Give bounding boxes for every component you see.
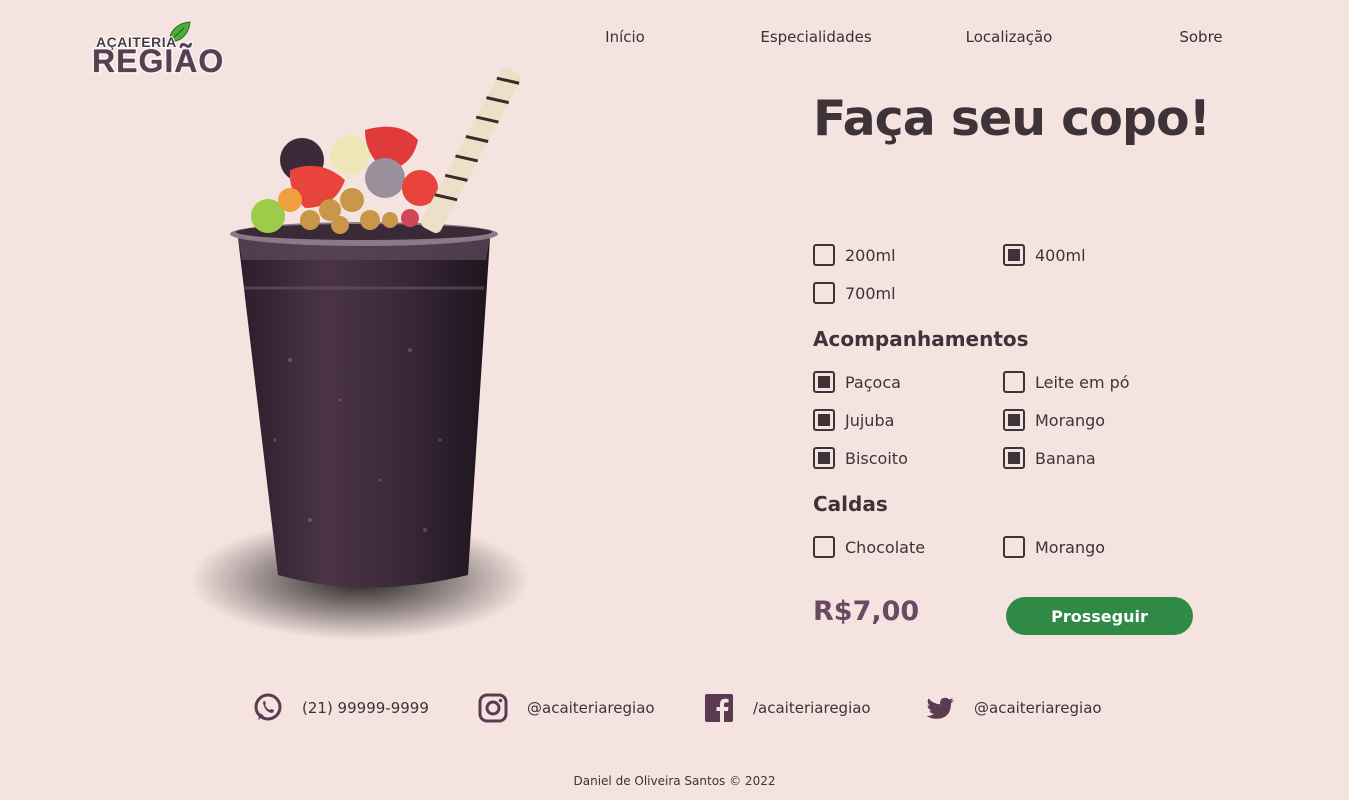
facebook-handle: /acaiteriaregiao <box>753 699 871 717</box>
twitter-icon <box>924 692 956 724</box>
option-label: 200ml <box>845 245 896 265</box>
option-label: Jujuba <box>845 410 895 430</box>
syrup-option-chocolate[interactable]: Chocolate <box>813 536 925 558</box>
topping-option-jujuba[interactable]: Jujuba <box>813 409 894 431</box>
copyright: Daniel de Oliveira Santos © 2022 <box>573 774 776 788</box>
topping-option-leite-em-po[interactable]: Leite em pó <box>1003 371 1130 393</box>
checkbox[interactable] <box>1003 244 1025 266</box>
option-label: Leite em pó <box>1035 372 1130 392</box>
nav-localizacao[interactable]: Localização <box>966 28 1053 46</box>
checkbox[interactable] <box>1003 409 1025 431</box>
facebook-link[interactable]: /acaiteriaregiao <box>703 692 871 724</box>
instagram-link[interactable]: @acaiteriaregiao <box>477 692 655 724</box>
topping-option-banana[interactable]: Banana <box>1003 447 1096 469</box>
checkbox[interactable] <box>813 536 835 558</box>
checkbox[interactable] <box>1003 371 1025 393</box>
instagram-icon <box>477 692 509 724</box>
option-label: Morango <box>1035 410 1106 430</box>
nav-especialidades[interactable]: Especialidades <box>760 28 871 46</box>
option-label: 400ml <box>1035 245 1086 265</box>
option-label: Paçoca <box>845 372 901 392</box>
topping-option-morango[interactable]: Morango <box>1003 409 1105 431</box>
option-label: Morango <box>1035 537 1106 557</box>
whatsapp-number: (21) 99999-9999 <box>302 699 429 717</box>
syrups-heading: Caldas <box>813 492 888 516</box>
size-option-400ml[interactable]: 400ml <box>1003 244 1086 266</box>
acai-cup-image <box>180 60 560 640</box>
whatsapp-contact[interactable]: (21) 99999-9999 <box>252 692 429 724</box>
topping-option-biscoito[interactable]: Biscoito <box>813 447 908 469</box>
instagram-handle: @acaiteriaregiao <box>527 699 655 717</box>
price: R$7,00 <box>813 596 920 627</box>
checkbox[interactable] <box>1003 447 1025 469</box>
option-label: Chocolate <box>845 537 926 557</box>
checkbox[interactable] <box>813 371 835 393</box>
nav-inicio[interactable]: Início <box>605 28 645 46</box>
proceed-button[interactable]: Prosseguir <box>1006 597 1193 635</box>
topping-option-pacoca[interactable]: Paçoca <box>813 371 901 393</box>
option-label: Biscoito <box>845 448 908 468</box>
checkbox[interactable] <box>813 447 835 469</box>
whatsapp-icon <box>252 692 284 724</box>
twitter-handle: @acaiteriaregiao <box>974 699 1102 717</box>
option-label: 700ml <box>845 283 896 303</box>
nav-sobre[interactable]: Sobre <box>1179 28 1222 46</box>
syrup-option-morango[interactable]: Morango <box>1003 536 1105 558</box>
page-title: Faça seu copo! <box>813 90 1211 147</box>
checkbox[interactable] <box>1003 536 1025 558</box>
option-label: Banana <box>1035 448 1096 468</box>
twitter-link[interactable]: @acaiteriaregiao <box>924 692 1102 724</box>
size-option-700ml[interactable]: 700ml <box>813 282 896 304</box>
main-nav: Início Especialidades Localização Sobre <box>560 28 1260 50</box>
size-option-200ml[interactable]: 200ml <box>813 244 896 266</box>
toppings-heading: Acompanhamentos <box>813 327 1029 351</box>
facebook-icon <box>703 692 735 724</box>
build-cup-panel: Faça seu copo! 200ml 400ml 700ml Acompan… <box>813 88 1233 710</box>
checkbox[interactable] <box>813 282 835 304</box>
checkbox[interactable] <box>813 244 835 266</box>
checkbox[interactable] <box>813 409 835 431</box>
